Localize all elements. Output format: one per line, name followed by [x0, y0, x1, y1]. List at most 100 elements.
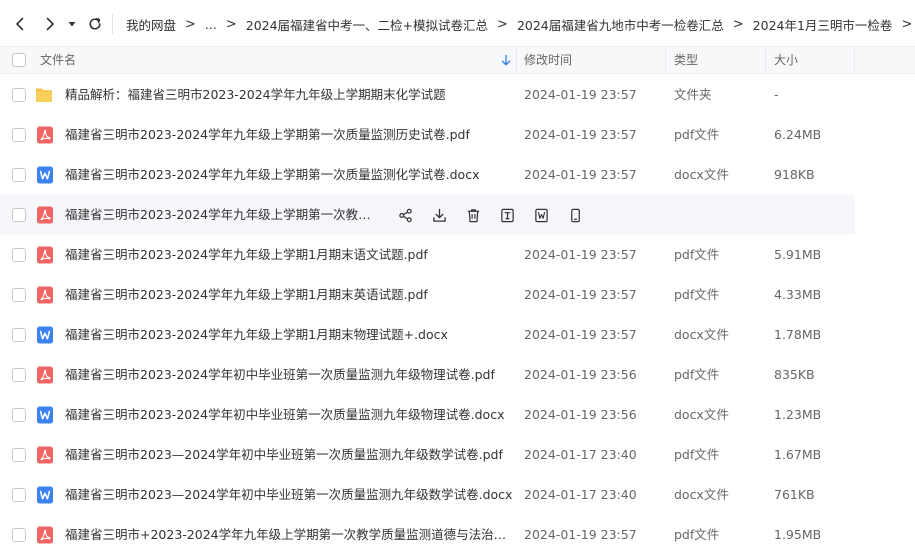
row-checkbox[interactable] [12, 168, 26, 182]
column-divider[interactable] [516, 47, 517, 73]
pdf-icon [36, 526, 54, 544]
file-name[interactable]: 福建省三明市2023—2024学年初中毕业班第一次质量监测九年级数学试卷.pdf [65, 435, 503, 475]
row-checkbox[interactable] [12, 528, 26, 542]
breadcrumb-item-level2[interactable]: 2024届福建省中考一、二检+模拟试卷汇总 [246, 15, 488, 34]
file-type: docx文件 [674, 407, 729, 422]
file-size: 918KB [774, 167, 815, 182]
file-type: docx文件 [674, 487, 729, 502]
row-checkbox[interactable] [12, 448, 26, 462]
file-modified-time: 2024-01-19 23:56 [524, 407, 637, 422]
file-row[interactable]: 福建省三明市2023-2024学年九年级上学期第一次质量监测化学试卷.docx 2… [0, 155, 855, 195]
share-button[interactable] [396, 206, 414, 224]
file-type: 文件夹 [674, 87, 712, 102]
sort-down-arrow-icon[interactable] [501, 55, 511, 66]
chevron-left-icon [16, 17, 24, 31]
row-checkbox[interactable] [12, 408, 26, 422]
pdf-icon [36, 286, 54, 304]
refresh-button[interactable] [83, 12, 107, 36]
file-modified-time: 2024-01-19 23:57 [524, 327, 637, 342]
file-row[interactable]: 福建省三明市+2023-2024学年九年级上学期第一次教学质量监测道德与法治试卷… [0, 515, 855, 555]
column-divider[interactable] [665, 47, 666, 73]
file-row[interactable]: 福建省三明市2023-2024学年九年级上学期第一次教学质... [0, 195, 855, 235]
docx-icon [36, 406, 54, 424]
file-list-header: 文件名 修改时间 类型 大小 [0, 46, 915, 74]
trash-icon [467, 208, 479, 222]
file-row[interactable]: 福建省三明市2023—2024学年初中毕业班第一次质量监测九年级数学试卷.pdf… [0, 435, 855, 475]
row-checkbox[interactable] [12, 88, 26, 102]
file-row[interactable]: 精品解析：福建省三明市2023-2024学年九年级上学期期末化学试题 2024-0… [0, 75, 855, 115]
caret-down-icon [68, 22, 76, 27]
row-checkbox[interactable] [12, 288, 26, 302]
file-size: 5.91MB [774, 247, 822, 262]
column-divider[interactable] [854, 47, 855, 73]
file-row[interactable]: 福建省三明市2023-2024学年九年级上学期1月期末物理试题+.docx 202… [0, 315, 855, 355]
row-checkbox[interactable] [12, 328, 26, 342]
share-icon [398, 208, 412, 222]
forward-button[interactable] [38, 12, 62, 36]
file-name[interactable]: 福建省三明市+2023-2024学年九年级上学期第一次教学质量监测道德与法治试卷… [65, 515, 513, 555]
select-all-checkbox[interactable] [12, 53, 26, 67]
file-size: 1.95MB [774, 527, 822, 542]
download-icon [432, 208, 446, 222]
column-header-size[interactable]: 大小 [774, 47, 798, 73]
file-modified-time: 2024-01-19 23:57 [524, 167, 637, 182]
file-type: pdf文件 [674, 447, 720, 462]
docx-icon [36, 166, 54, 184]
file-row[interactable]: 福建省三明市2023—2024学年初中毕业班第一次质量监测九年级数学试卷.doc… [0, 475, 855, 515]
file-size: 835KB [774, 367, 815, 382]
rename-icon [500, 208, 514, 222]
column-header-time[interactable]: 修改时间 [524, 47, 572, 73]
file-name[interactable]: 福建省三明市2023-2024学年九年级上学期1月期末英语试题.pdf [65, 275, 428, 315]
send-to-phone-button[interactable] [566, 206, 584, 224]
file-row[interactable]: 福建省三明市2023-2024学年九年级上学期第一次质量监测历史试卷.pdf 20… [0, 115, 855, 155]
column-divider[interactable] [765, 47, 766, 73]
file-name[interactable]: 福建省三明市2023-2024学年九年级上学期1月期末语文试题.pdf [65, 235, 428, 275]
row-checkbox[interactable] [12, 208, 26, 222]
file-row[interactable]: 福建省三明市2023-2024学年九年级上学期1月期末英语试题.pdf 2024-… [0, 275, 855, 315]
file-name[interactable]: 福建省三明市2023-2024学年初中毕业班第一次质量监测九年级物理试卷.doc… [65, 395, 504, 435]
file-modified-time: 2024-01-19 23:57 [524, 527, 637, 542]
breadcrumb-item-ellipsis[interactable]: ... [205, 17, 217, 32]
row-checkbox[interactable] [12, 248, 26, 262]
file-modified-time: 2024-01-17 23:40 [524, 447, 637, 462]
file-size: 1.78MB [774, 327, 822, 342]
breadcrumb-item-level3[interactable]: 2024届福建省九地市中考一检卷汇总 [517, 15, 724, 34]
back-button[interactable] [8, 12, 32, 36]
row-checkbox[interactable] [12, 488, 26, 502]
rename-button[interactable] [498, 206, 516, 224]
file-modified-time: 2024-01-19 23:56 [524, 367, 637, 382]
breadcrumb-item-root[interactable]: 我的网盘 [126, 15, 176, 34]
download-button[interactable] [430, 206, 448, 224]
file-size: 4.33MB [774, 287, 822, 302]
row-checkbox[interactable] [12, 128, 26, 142]
file-name[interactable]: 福建省三明市2023-2024学年九年级上学期第一次质量监测历史试卷.pdf [65, 115, 470, 155]
file-type: pdf文件 [674, 127, 720, 142]
pdf-icon [36, 366, 54, 384]
open-with-word-button[interactable] [532, 206, 550, 224]
nav-bar: 我的网盘 > ... > 2024届福建省中考一、二检+模拟试卷汇总 > 202… [0, 0, 915, 48]
row-checkbox[interactable] [12, 368, 26, 382]
file-name[interactable]: 福建省三明市2023-2024学年九年级上学期第一次质量监测化学试卷.docx [65, 155, 479, 195]
file-modified-time: 2024-01-19 23:57 [524, 287, 637, 302]
file-type: pdf文件 [674, 247, 720, 262]
history-dropdown-button[interactable] [62, 12, 82, 36]
file-modified-time: 2024-01-19 23:57 [524, 127, 637, 142]
row-action-toolbar [396, 205, 600, 225]
file-row[interactable]: 福建省三明市2023-2024学年初中毕业班第一次质量监测九年级物理试卷.pdf… [0, 355, 855, 395]
file-row[interactable]: 福建省三明市2023-2024学年九年级上学期1月期末语文试题.pdf 2024-… [0, 235, 855, 275]
pdf-icon [36, 206, 54, 224]
breadcrumb: 我的网盘 > ... > 2024届福建省中考一、二检+模拟试卷汇总 > 202… [126, 0, 915, 48]
column-header-type[interactable]: 类型 [674, 47, 698, 73]
breadcrumb-item-current[interactable]: 2024年1月三明市一检卷 [753, 15, 893, 34]
column-header-name[interactable]: 文件名 [40, 47, 76, 73]
delete-button[interactable] [464, 206, 482, 224]
file-name[interactable]: 福建省三明市2023-2024学年九年级上学期第一次教学质... [65, 195, 380, 235]
breadcrumb-separator-icon: > [185, 16, 196, 32]
file-name[interactable]: 福建省三明市2023-2024学年九年级上学期1月期末物理试题+.docx [65, 315, 448, 355]
file-row[interactable]: 福建省三明市2023-2024学年初中毕业班第一次质量监测九年级物理试卷.doc… [0, 395, 855, 435]
file-size: 6.24MB [774, 127, 822, 142]
file-name[interactable]: 福建省三明市2023—2024学年初中毕业班第一次质量监测九年级数学试卷.doc… [65, 475, 512, 515]
file-name[interactable]: 精品解析：福建省三明市2023-2024学年九年级上学期期末化学试题 [65, 75, 446, 115]
refresh-icon [89, 18, 101, 30]
file-name[interactable]: 福建省三明市2023-2024学年初中毕业班第一次质量监测九年级物理试卷.pdf [65, 355, 495, 395]
